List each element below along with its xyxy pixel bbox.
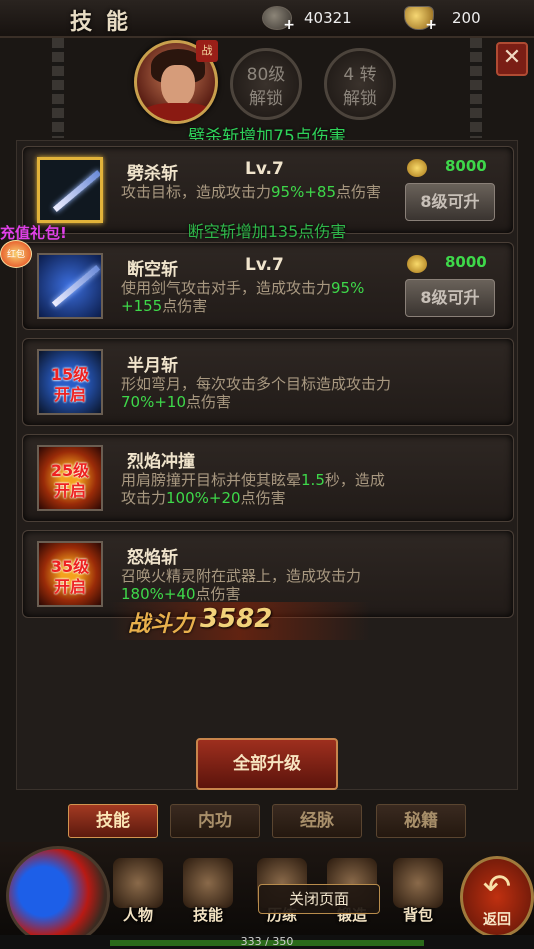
gold-coin-icon — [407, 255, 427, 273]
top-bar: 技能 + 40321 + 200 — [0, 0, 534, 38]
tab-inner-power[interactable]: 内功 — [170, 804, 260, 838]
unlock-circle-level: 80级 解锁 — [230, 48, 302, 120]
skill-window: 技能 + 40321 + 200 ✕ 战 80级 解锁 4 转解锁 劈杀斩增加75… — [0, 0, 534, 949]
upgrade-cost: 8000 — [445, 253, 487, 271]
damage-hint-mid: 断空斩增加135点伤害 — [187, 222, 347, 241]
tab-skills[interactable]: 技能 — [68, 804, 158, 838]
gold-ingot-icon: + — [404, 6, 437, 33]
upgrade-button[interactable]: 8级可升 — [405, 279, 495, 317]
skill-description: 形如弯月，每次攻击多个目标造成攻击力70%+10点伤害 — [121, 375, 392, 411]
upgrade-cost: 8000 — [445, 157, 487, 175]
sword-energy-icon[interactable] — [37, 253, 103, 319]
nav-backpack[interactable]: 背包 — [388, 858, 448, 934]
unlock-circle-rebirth: 4 转解锁 — [324, 48, 396, 120]
close-icon[interactable]: ✕ — [496, 42, 528, 76]
gold-amount: 200 — [452, 9, 481, 27]
skill-row[interactable]: 断空斩 Lv.7 使用剑气攻击对手，造成攻击力95% +155点伤害 8000 8… — [22, 242, 514, 330]
sword-skill-icon[interactable] — [37, 157, 103, 223]
tab-secrets[interactable]: 秘籍 — [376, 804, 466, 838]
skill-description: 召唤火精灵附在武器上，造成攻击力 180%+40点伤害 — [121, 567, 362, 603]
gold-coin-icon — [407, 159, 427, 177]
skill-row[interactable]: 15级 开启 半月斩 形如弯月，每次攻击多个目标造成攻击力70%+10点伤害 — [22, 338, 514, 426]
red-envelope-icon[interactable]: 红包 — [0, 240, 32, 268]
skill-description: 攻击目标，造成攻击力95%+85点伤害 — [121, 183, 382, 201]
nav-character[interactable]: 人物 — [108, 858, 168, 934]
skill-row[interactable]: 25级 开启 烈焰冲撞 用肩膀撞开目标并使其眩晕1.5秒，造成攻击力100%+20… — [22, 434, 514, 522]
back-arrow-icon: ↶ — [482, 867, 512, 907]
close-page-button[interactable]: 关闭页面 — [258, 884, 380, 914]
flame-charge-icon[interactable]: 25级 开启 — [37, 445, 103, 511]
skill-name: 劈杀斩 — [127, 164, 178, 184]
backpack-icon — [393, 858, 443, 908]
skill-name: 怒焰斩 — [127, 548, 178, 568]
skill-level: Lv.7 — [245, 159, 284, 179]
silver-coin-icon: + — [262, 6, 295, 33]
skill-book-icon — [183, 858, 233, 908]
skill-level: Lv.7 — [245, 255, 284, 275]
half-moon-icon[interactable]: 15级 开启 — [37, 349, 103, 415]
silver-currency[interactable]: + 40321 — [262, 6, 352, 33]
nav-skills[interactable]: 技能 — [178, 858, 238, 934]
back-button[interactable]: ↶ 返回 — [460, 856, 534, 938]
power-label: 战斗力 — [128, 612, 195, 637]
flame-slash-icon[interactable]: 35级 开启 — [37, 541, 103, 607]
page-title: 技能 — [70, 10, 143, 35]
gold-currency[interactable]: + 200 — [404, 6, 481, 33]
exp-text: 333 / 350 — [240, 935, 294, 948]
character-icon — [113, 858, 163, 908]
upgrade-button[interactable]: 8级可升 — [405, 183, 495, 221]
skill-description: 用肩膀撞开目标并使其眩晕1.5秒，造成攻击力100%+20点伤害 — [121, 471, 385, 507]
upgrade-all-button[interactable]: 全部升级 — [196, 738, 338, 790]
skill-description: 使用剑气攻击对手，造成攻击力95% +155点伤害 — [121, 279, 365, 315]
skill-name: 烈焰冲撞 — [127, 452, 195, 472]
class-badge: 战 — [196, 40, 218, 62]
silver-amount: 40321 — [304, 9, 352, 27]
skill-name: 半月斩 — [127, 356, 178, 376]
yin-yang-icon[interactable] — [6, 846, 110, 946]
skill-name: 断空斩 — [127, 260, 178, 280]
power-value: 3582 — [200, 604, 273, 634]
tab-meridians[interactable]: 经脉 — [272, 804, 362, 838]
